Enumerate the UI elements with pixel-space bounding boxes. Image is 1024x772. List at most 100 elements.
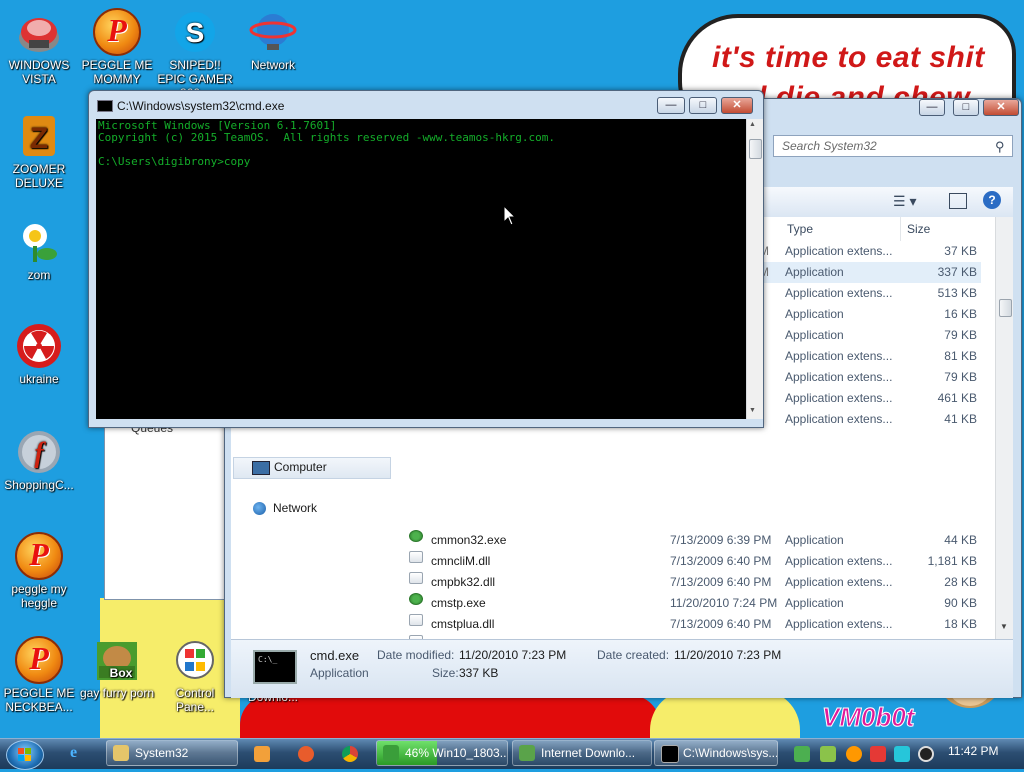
nav-item-network[interactable]: Network <box>233 499 389 519</box>
console-line: Copyright (c) 2015 TeamOS. All rights re… <box>98 131 555 144</box>
desktop-icon-zom[interactable]: zom <box>0 218 78 282</box>
desktop-icon-network[interactable]: Network <box>234 8 312 72</box>
desktop-icon-control-panel[interactable]: Control Pane... <box>156 636 234 714</box>
tray-icon[interactable] <box>870 746 886 762</box>
console-prompt: C:\Users\digibrony>copy <box>98 155 251 168</box>
desktop-icon-label: WINDOWS VISTA <box>8 58 70 86</box>
table-row[interactable]: cmstplua.dll 7/13/2009 6:40 PM Application… <box>391 614 981 635</box>
vertical-scrollbar[interactable]: ▼ <box>995 217 1013 639</box>
desktop-icon-windows-vista[interactable]: WINDOWS VISTA <box>0 8 78 86</box>
background-window: Queues <box>104 398 232 600</box>
desktop-icon-zoomer-deluxe[interactable]: Z ZOOMER DELUXE <box>0 112 78 190</box>
row-size: 44 KB <box>944 533 977 547</box>
minimize-button[interactable]: — <box>657 97 685 114</box>
desktop-icon-shopping[interactable]: f ShoppingC... <box>0 428 78 492</box>
start-button[interactable] <box>6 740 44 770</box>
tray-icon[interactable] <box>794 746 810 762</box>
vertical-scrollbar[interactable]: ▲ ▼ <box>746 119 763 419</box>
taskbar-button-system32[interactable]: System32 <box>106 740 238 766</box>
taskbar-button-label: C:\Windows\sys... <box>683 746 778 760</box>
plant-icon <box>15 218 63 266</box>
file-icon <box>409 551 423 563</box>
flash-icon: f <box>15 428 63 476</box>
file-icon <box>409 614 423 626</box>
row-size: 337 KB <box>937 265 977 279</box>
close-button[interactable]: ✕ <box>721 97 753 114</box>
details-modified-label: Date modified: <box>377 648 455 662</box>
details-pane: C:\_ cmd.exe Application Date modified: … <box>231 639 1013 698</box>
desktop-icon-label: ZOOMER DELUXE <box>12 162 66 190</box>
details-created: 11/20/2010 7:23 PM <box>674 648 782 662</box>
row-size: 79 KB <box>944 370 977 384</box>
tray-icon[interactable] <box>918 746 934 762</box>
download-icon <box>383 745 399 761</box>
desktop-icon-sniped[interactable]: S SNIPED!! EPIC GAMER 360... <box>156 8 234 100</box>
mouse-cursor-icon <box>503 205 517 226</box>
column-header-type[interactable]: Type <box>781 217 901 241</box>
console-output[interactable]: Microsoft Windows [Version 6.1.7601] Cop… <box>96 119 746 419</box>
minimize-button[interactable]: — <box>919 99 945 116</box>
scroll-up-icon[interactable]: ▲ <box>749 121 756 128</box>
table-row[interactable]: cmstp.exe 11/20/2010 7:24 PM Application 90… <box>391 593 981 614</box>
row-type: Application <box>785 596 844 610</box>
view-options-icon[interactable]: ☰ ▾ <box>893 193 916 210</box>
tray-icon[interactable] <box>894 746 910 762</box>
maximize-button[interactable]: □ <box>689 97 717 114</box>
row-type: Application extens... <box>785 554 893 568</box>
row-type: Application <box>785 307 844 321</box>
desktop-icon-gay-furry[interactable]: Box gay furry porn <box>78 636 156 700</box>
column-header-size[interactable]: Size <box>901 217 985 241</box>
tray-icon[interactable] <box>820 746 836 762</box>
search-input[interactable]: Search System32 <box>773 135 1013 157</box>
skype-icon: S <box>171 8 219 56</box>
row-size: 37 KB <box>944 244 977 258</box>
row-name: cmpbk32.dll <box>431 575 496 589</box>
taskbar-button-internet-download[interactable]: Internet Downlo... <box>512 740 652 766</box>
scroll-down-icon[interactable]: ▼ <box>749 407 756 414</box>
row-size: 90 KB <box>944 596 977 610</box>
clock[interactable]: 11:42 PM <box>948 744 998 758</box>
help-icon[interactable]: ? <box>983 191 1001 209</box>
nav-item-label: Computer <box>274 460 327 474</box>
taskbar-button-cmd[interactable]: C:\Windows\sys... <box>654 740 778 766</box>
scrollbar-thumb[interactable] <box>999 299 1012 317</box>
tray-icon[interactable] <box>846 746 862 762</box>
cmd-file-icon: C:\_ <box>253 650 297 684</box>
scrollbar-thumb[interactable] <box>749 139 762 159</box>
desktop-icon-peggle-me-neckbeard[interactable]: PEGGLE ME NECKBEA... <box>0 636 78 714</box>
row-name: cmstplua.dll <box>431 617 495 631</box>
close-button[interactable]: ✕ <box>983 99 1019 116</box>
preview-pane-icon[interactable] <box>949 193 967 209</box>
nav-item-computer[interactable]: Computer <box>233 457 391 479</box>
taskbar-button-label: Internet Downlo... <box>541 746 636 760</box>
row-size: 513 KB <box>937 286 977 300</box>
scroll-down-icon[interactable]: ▼ <box>1000 622 1008 631</box>
desktop-icon-peggle-me-mommy[interactable]: PEGGLE ME MOMMY <box>78 8 156 86</box>
row-name: cmncliM.dll <box>431 554 491 568</box>
table-row[interactable]: cmpbk32.dll 7/13/2009 6:40 PM Application … <box>391 572 981 593</box>
media-player-icon[interactable] <box>254 746 270 762</box>
table-row[interactable]: cmmon32.exe 7/13/2009 6:39 PM Application 4… <box>391 530 981 551</box>
cmd-window-icon <box>97 100 113 112</box>
maximize-button[interactable]: □ <box>953 99 979 116</box>
zuma-icon: Z <box>15 112 63 160</box>
table-row[interactable]: cmncliM.dll 7/13/2009 6:40 PM Application … <box>391 551 981 572</box>
row-date: 7/13/2009 6:40 PM <box>670 575 772 589</box>
internet-explorer-icon[interactable]: e <box>70 744 77 762</box>
row-size: 28 KB <box>944 575 977 589</box>
row-size: 41 KB <box>944 412 977 426</box>
row-type: Application extens... <box>785 391 893 405</box>
peggle-icon <box>15 532 63 580</box>
desktop-icon-peggle-my-heggle[interactable]: peggle my heggle <box>0 532 78 610</box>
search-icon[interactable]: ⚲ <box>995 139 1005 155</box>
app-icon[interactable] <box>298 746 314 762</box>
row-size: 1,181 KB <box>927 554 977 568</box>
taskbar-button-download-progress[interactable]: 46% Win10_1803... <box>376 740 508 766</box>
cmd-window[interactable]: C:\Windows\system32\cmd.exe — □ ✕ Micros… <box>88 90 764 428</box>
chrome-icon[interactable] <box>342 746 358 762</box>
nav-item-label: Network <box>273 501 318 515</box>
exe-file-icon <box>409 593 423 605</box>
desktop-icon-label: zom <box>27 268 51 282</box>
cmd-icon <box>661 745 679 763</box>
desktop-icon-ukraine[interactable]: ukraine <box>0 322 78 386</box>
